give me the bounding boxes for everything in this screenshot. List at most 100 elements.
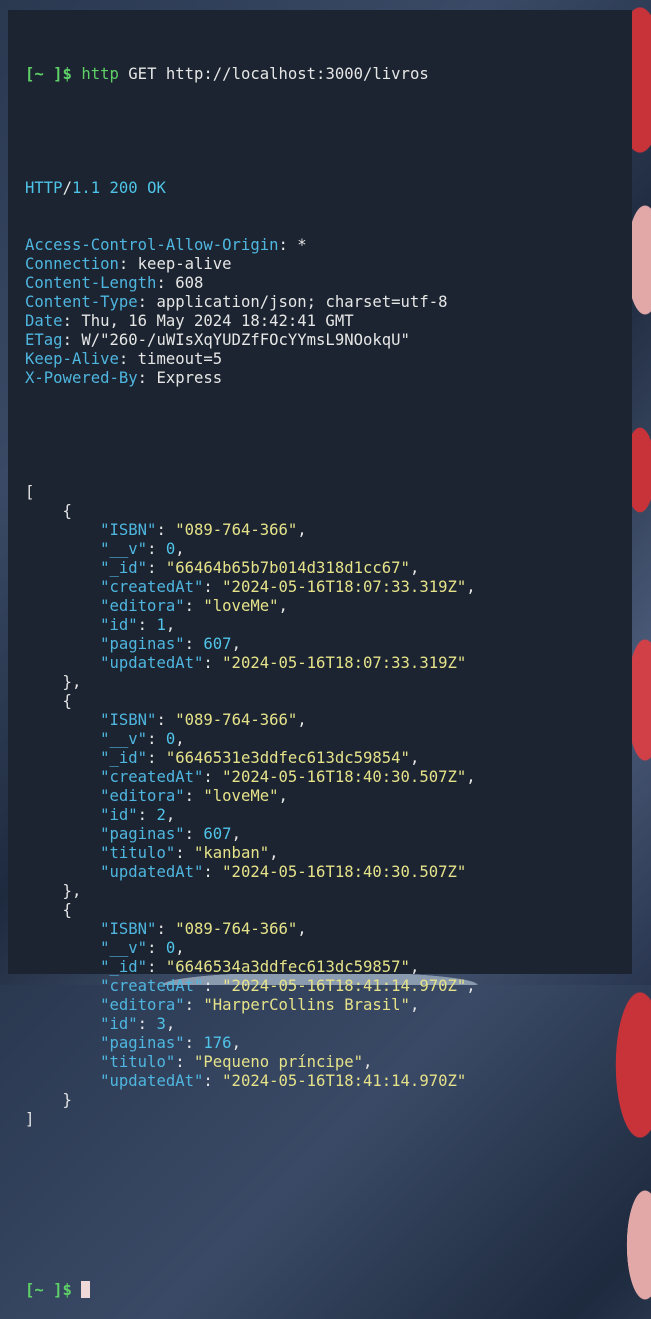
status-reason: OK [147,179,166,197]
header-value: keep-alive [128,255,232,273]
json-key: "createdAt" [100,578,204,596]
json-key: "titulo" [100,844,176,862]
header-line: Connection: keep-alive [25,255,232,273]
json-field: "updatedAt": "2024-05-16T18:41:14.970Z" [100,1072,467,1090]
header-name: Content-Length [25,274,157,292]
json-field: "paginas": 607, [100,825,241,843]
header-value: 608 [165,274,204,292]
command-line: [~ ]$ http GET http://localhost:3000/liv… [25,65,632,84]
json-field: "updatedAt": "2024-05-16T18:40:30.507Z" [100,863,467,881]
json-field: "editora": "loveMe", [100,787,288,805]
response-headers: Access-Control-Allow-Origin: * Connection… [25,236,632,388]
json-key: "__v" [100,730,148,748]
json-field: "__v": 0, [100,730,185,748]
command-args: GET http://localhost:3000/livros [118,65,429,83]
json-open-bracket: [ [25,483,35,501]
header-line: Content-Length: 608 [25,274,204,292]
json-value: "2024-05-16T18:07:33.319Z" [222,578,467,596]
json-value: "kanban" [194,844,270,862]
json-value: "loveMe" [203,597,279,615]
header-name: Content-Type [25,293,138,311]
json-key: "updatedAt" [100,863,204,881]
json-key: "_id" [100,958,148,976]
header-line: Date: Thu, 16 May 2024 18:42:41 GMT [25,312,354,330]
json-field: "id": 2, [100,806,176,824]
json-field: "__v": 0, [100,939,185,957]
json-field: "updatedAt": "2024-05-16T18:07:33.319Z" [100,654,467,672]
json-field: "editora": "HarperCollins Brasil", [100,996,420,1014]
json-close-bracket: ] [25,1110,35,1128]
header-name: ETag [25,331,63,349]
status-code: 200 [109,179,138,197]
json-field: "createdAt": "2024-05-16T18:07:33.319Z", [100,578,476,596]
json-key: "paginas" [100,1034,185,1052]
json-field: "__v": 0, [100,540,185,558]
header-name: Connection [25,255,119,273]
json-key: "titulo" [100,1053,176,1071]
json-value: 3 [156,1015,166,1033]
prompt-line[interactable]: [~ ]$ [25,1281,632,1300]
json-value: "loveMe" [203,787,279,805]
header-value: * [287,236,307,254]
json-value: 0 [165,540,176,558]
text-cursor [81,1281,91,1298]
json-key: "editora" [100,597,185,615]
json-value: "2024-05-16T18:41:14.970Z" [222,977,467,995]
status-version: 1.1 [71,179,101,197]
json-field: "id": 3, [100,1015,176,1033]
json-field: "paginas": 607, [100,635,241,653]
json-object-close: } [25,1091,72,1109]
header-name: X-Powered-By [25,369,138,387]
header-line: Content-Type: application/json; charset=… [25,293,448,311]
shell-prompt: [~ ]$ [25,65,72,83]
terminal-window[interactable]: [~ ]$ http GET http://localhost:3000/liv… [8,10,632,1299]
json-value: "2024-05-16T18:07:33.319Z" [222,654,467,672]
json-value: 1 [156,616,166,634]
json-object-open: { [25,692,72,710]
json-key: "paginas" [100,635,185,653]
header-value: Thu, 16 May 2024 18:42:41 GMT [71,312,354,330]
json-key: "id" [100,1015,138,1033]
json-field: "id": 1, [100,616,176,634]
json-key: "__v" [100,540,148,558]
header-line: Access-Control-Allow-Origin: * [25,236,307,254]
json-value: "2024-05-16T18:40:30.507Z" [222,768,467,786]
status-protocol: HTTP [25,179,63,197]
json-key: "editora" [100,787,185,805]
json-key: "updatedAt" [100,1072,204,1090]
json-value: 0 [165,939,176,957]
json-key: "createdAt" [100,768,204,786]
shell-prompt: [~ ]$ [25,1281,72,1299]
json-key: "_id" [100,749,148,767]
header-line: Keep-Alive: timeout=5 [25,350,223,368]
status-slash: / [62,179,72,197]
header-line: X-Powered-By: Express [25,369,223,387]
header-name: Keep-Alive [25,350,119,368]
json-value: 607 [203,635,232,653]
header-value: timeout=5 [128,350,223,368]
json-key: "ISBN" [100,920,157,938]
json-value: "6646534a3ddfec613dc59857" [165,958,410,976]
status-line: HTTP/1.1 200 OK [25,179,632,198]
json-value: "6646531e3ddfec613dc59854" [165,749,410,767]
json-field: "ISBN": "089-764-366", [100,711,307,729]
json-key: "_id" [100,559,148,577]
json-key: "__v" [100,939,148,957]
json-field: "titulo": "Pequeno príncipe", [100,1053,373,1071]
json-key: "ISBN" [100,711,157,729]
json-field: "ISBN": "089-764-366", [100,521,307,539]
json-value: 0 [165,730,176,748]
header-value: application/json; charset=utf-8 [147,293,448,311]
header-name: Access-Control-Allow-Origin [25,236,279,254]
json-value: "089-764-366" [175,521,298,539]
json-key: "id" [100,806,138,824]
json-value: 176 [203,1034,232,1052]
json-object-close: }, [25,673,82,691]
json-field: "ISBN": "089-764-366", [100,920,307,938]
json-object-open: { [25,502,72,520]
json-value: "089-764-366" [175,711,298,729]
json-value: "66464b65b7b014d318d1cc67" [165,559,410,577]
